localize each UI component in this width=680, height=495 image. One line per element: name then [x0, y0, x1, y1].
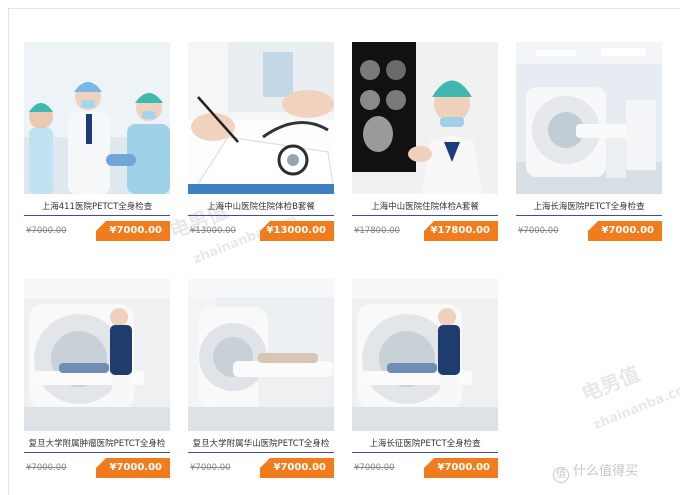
product-card[interactable]: 上海长海医院PETCT全身检查 ¥7000.00 ¥7000.00 — [516, 42, 662, 242]
logo-icon: 值 — [553, 467, 569, 483]
divider — [516, 215, 662, 216]
original-price: ¥7000.00 — [26, 463, 67, 473]
mri-room-photo[interactable] — [188, 279, 334, 431]
price-badge[interactable]: ¥7000.00 — [424, 458, 498, 478]
mri-patient-photo[interactable] — [24, 279, 170, 431]
site-logo: 值什么值得买 — [553, 460, 638, 483]
product-title[interactable]: 上海中山医院住院体检B套餐 — [188, 200, 334, 214]
divider — [352, 452, 498, 453]
original-price: ¥13000.00 — [190, 226, 236, 236]
product-title[interactable]: 上海中山医院住院体检A套餐 — [352, 200, 498, 214]
price-badge[interactable]: ¥7000.00 — [588, 221, 662, 241]
product-card[interactable]: 复旦大学附属肿瘤医院PETCT全身检 ¥7000.00 ¥7000.00 — [24, 279, 170, 479]
xray-nurse-photo[interactable] — [352, 42, 498, 194]
product-title[interactable]: 上海长海医院PETCT全身检查 — [516, 200, 662, 214]
original-price: ¥17800.00 — [354, 226, 400, 236]
divider — [24, 452, 170, 453]
product-title[interactable]: 上海长征医院PETCT全身检查 — [352, 437, 498, 451]
original-price: ¥7000.00 — [190, 463, 231, 473]
product-title[interactable]: 复旦大学附属肿瘤医院PETCT全身检 — [24, 437, 170, 451]
product-card[interactable]: 上海长征医院PETCT全身检查 ¥7000.00 ¥7000.00 — [352, 279, 498, 479]
divider — [352, 215, 498, 216]
ct-scanner-photo[interactable] — [516, 42, 662, 194]
divider — [24, 215, 170, 216]
mri-patient-photo[interactable] — [352, 279, 498, 431]
logo-text: 什么值得买 — [573, 464, 639, 479]
original-price: ¥7000.00 — [26, 226, 67, 236]
divider — [188, 215, 334, 216]
product-card[interactable]: 上海中山医院住院体检B套餐 ¥13000.00 ¥13000.00 — [188, 42, 334, 242]
original-price: ¥7000.00 — [518, 226, 559, 236]
product-title[interactable]: 上海411医院PETCT全身检查 — [24, 200, 170, 214]
price-badge[interactable]: ¥13000.00 — [260, 221, 334, 241]
divider — [188, 452, 334, 453]
medical-staff-photo[interactable] — [24, 42, 170, 194]
product-card[interactable]: 上海411医院PETCT全身检查 ¥7000.00 ¥7000.00 — [24, 42, 170, 242]
price-badge[interactable]: ¥7000.00 — [96, 458, 170, 478]
price-badge[interactable]: ¥7000.00 — [260, 458, 334, 478]
product-card[interactable]: 复旦大学附属华山医院PETCT全身检 ¥7000.00 ¥7000.00 — [188, 279, 334, 479]
product-title[interactable]: 复旦大学附属华山医院PETCT全身检 — [188, 437, 334, 451]
doctor-writing-photo[interactable] — [188, 42, 334, 194]
price-badge[interactable]: ¥17800.00 — [424, 221, 498, 241]
price-badge[interactable]: ¥7000.00 — [96, 221, 170, 241]
product-card[interactable]: 上海中山医院住院体检A套餐 ¥17800.00 ¥17800.00 — [352, 42, 498, 242]
original-price: ¥7000.00 — [354, 463, 395, 473]
